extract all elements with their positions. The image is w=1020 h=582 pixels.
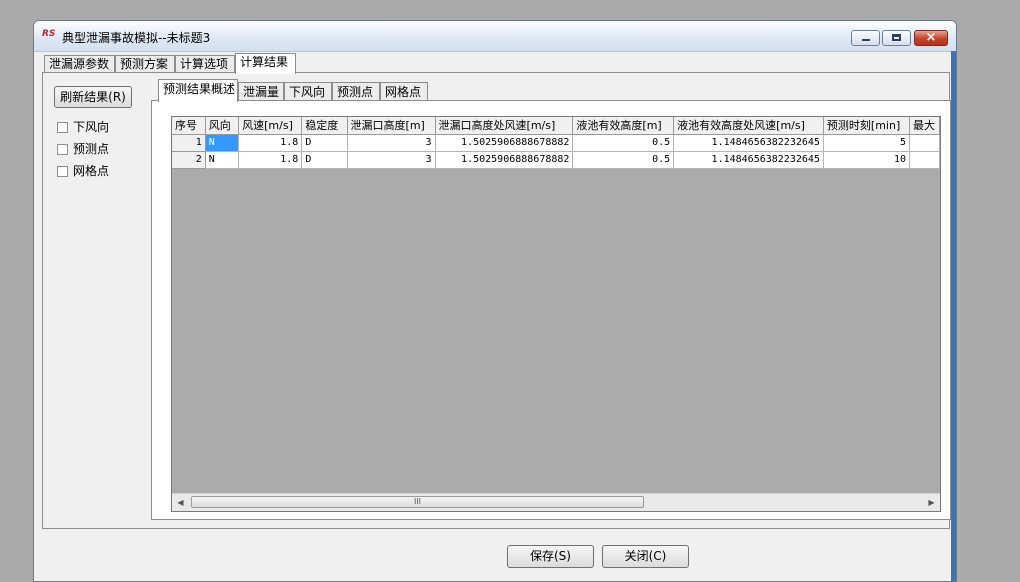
save-button[interactable]: 保存(S) bbox=[507, 545, 594, 568]
table-row[interactable]: 1 N 1.8 D 3 1.5025906888678882 0.5 1.148… bbox=[172, 134, 940, 152]
overview-panel: 序号 风向 风速[m/s] 稳定度 泄漏口高度[m] 泄漏口高度处风速[m/s]… bbox=[151, 100, 951, 520]
row-number[interactable]: 2 bbox=[172, 151, 206, 169]
column-header[interactable]: 稳定度 bbox=[301, 117, 348, 135]
minimize-button[interactable] bbox=[851, 30, 880, 46]
row-number[interactable]: 1 bbox=[172, 134, 206, 152]
window-title: 典型泄漏事故模拟--未标题3 bbox=[62, 31, 211, 45]
results-table: 序号 风向 风速[m/s] 稳定度 泄漏口高度[m] 泄漏口高度处风速[m/s]… bbox=[172, 117, 940, 169]
tab-leak-source-params[interactable]: 泄漏源参数 bbox=[44, 55, 115, 73]
cell-pool-height-wind-speed[interactable]: 1.1484656382232645 bbox=[673, 134, 824, 152]
checkbox-label: 下风向 bbox=[73, 120, 110, 134]
maximize-button[interactable] bbox=[882, 30, 911, 46]
cell-max[interactable] bbox=[909, 134, 940, 152]
scroll-left-arrow-icon[interactable]: ◀ bbox=[172, 494, 189, 511]
column-header[interactable]: 预测时刻[min] bbox=[823, 117, 911, 135]
grip-icon: III bbox=[413, 497, 422, 506]
title-bar[interactable]: RS 典型泄漏事故模拟--未标题3 × bbox=[34, 21, 956, 52]
refresh-results-button[interactable]: 刷新结果(R) bbox=[54, 86, 132, 108]
column-header[interactable]: 最大 bbox=[909, 117, 940, 135]
minimize-icon bbox=[862, 39, 870, 41]
tab-leak-amount[interactable]: 泄漏量 bbox=[238, 82, 284, 101]
column-header[interactable]: 液池有效高度[m] bbox=[572, 117, 675, 135]
app-logo-icon: RS bbox=[42, 29, 56, 39]
header-row: 序号 风向 风速[m/s] 稳定度 泄漏口高度[m] 泄漏口高度处风速[m/s]… bbox=[172, 117, 940, 135]
cell-leak-height[interactable]: 3 bbox=[347, 151, 436, 169]
column-header[interactable]: 风向 bbox=[205, 117, 240, 135]
cell-wind-direction[interactable]: N bbox=[205, 151, 240, 169]
scrollbar-thumb[interactable]: III bbox=[191, 496, 644, 508]
tab-downwind[interactable]: 下风向 bbox=[284, 82, 332, 101]
close-icon: × bbox=[925, 30, 937, 45]
horizontal-scrollbar[interactable]: ◀ III ▶ bbox=[172, 493, 940, 511]
results-panel: 刷新结果(R) 下风向 预测点 网格点 预测结果概述 泄漏量 下风向 预测点 网… bbox=[42, 72, 951, 529]
checkbox-box[interactable] bbox=[57, 166, 68, 177]
maximize-icon bbox=[892, 34, 901, 41]
checkbox-prediction-point[interactable]: 预测点 bbox=[57, 141, 109, 157]
cell-prediction-time[interactable]: 10 bbox=[823, 151, 911, 169]
checkbox-label: 预测点 bbox=[73, 142, 110, 156]
column-header[interactable]: 液池有效高度处风速[m/s] bbox=[673, 117, 824, 135]
cell-leak-height-wind-speed[interactable]: 1.5025906888678882 bbox=[435, 151, 574, 169]
tab-prediction-plan[interactable]: 预测方案 bbox=[115, 55, 175, 73]
scroll-right-arrow-icon[interactable]: ▶ bbox=[923, 494, 940, 511]
column-header[interactable]: 序号 bbox=[172, 117, 206, 135]
cell-leak-height-wind-speed[interactable]: 1.5025906888678882 bbox=[435, 134, 574, 152]
tab-results-overview[interactable]: 预测结果概述 bbox=[158, 79, 238, 102]
checkbox-box[interactable] bbox=[57, 144, 68, 155]
column-header[interactable]: 风速[m/s] bbox=[238, 117, 303, 135]
cell-wind-speed[interactable]: 1.8 bbox=[238, 134, 303, 152]
cell-pool-height-wind-speed[interactable]: 1.1484656382232645 bbox=[673, 151, 824, 169]
cell-leak-height[interactable]: 3 bbox=[347, 134, 436, 152]
checkbox-label: 网格点 bbox=[73, 164, 110, 178]
checkbox-downwind[interactable]: 下风向 bbox=[57, 119, 109, 135]
tab-calc-options[interactable]: 计算选项 bbox=[175, 55, 235, 73]
column-header[interactable]: 泄漏口高度处风速[m/s] bbox=[435, 117, 574, 135]
cell-wind-speed[interactable]: 1.8 bbox=[238, 151, 303, 169]
cell-pool-height[interactable]: 0.5 bbox=[572, 151, 675, 169]
table-row[interactable]: 2 N 1.8 D 3 1.5025906888678882 0.5 1.148… bbox=[172, 151, 940, 169]
tab-grid-points[interactable]: 网格点 bbox=[380, 82, 428, 101]
main-window: RS 典型泄漏事故模拟--未标题3 × 泄漏源参数 预测方案 计算选项 计算结果… bbox=[33, 20, 957, 582]
cell-max[interactable] bbox=[909, 151, 940, 169]
close-button[interactable]: 关闭(C) bbox=[602, 545, 689, 568]
window-edge bbox=[951, 51, 956, 581]
results-grid[interactable]: 序号 风向 风速[m/s] 稳定度 泄漏口高度[m] 泄漏口高度处风速[m/s]… bbox=[171, 116, 941, 512]
close-window-button[interactable]: × bbox=[914, 30, 948, 46]
tab-prediction-points[interactable]: 预测点 bbox=[332, 82, 380, 101]
cell-pool-height[interactable]: 0.5 bbox=[572, 134, 675, 152]
cell-stability[interactable]: D bbox=[301, 151, 348, 169]
column-header[interactable]: 泄漏口高度[m] bbox=[347, 117, 436, 135]
checkbox-grid-point[interactable]: 网格点 bbox=[57, 163, 109, 179]
cell-prediction-time[interactable]: 5 bbox=[823, 134, 911, 152]
footer-bar: 保存(S) 关闭(C) bbox=[34, 530, 956, 581]
tab-calc-results[interactable]: 计算结果 bbox=[235, 53, 296, 74]
cell-wind-direction[interactable]: N bbox=[205, 134, 240, 152]
cell-stability[interactable]: D bbox=[301, 134, 348, 152]
checkbox-box[interactable] bbox=[57, 122, 68, 133]
